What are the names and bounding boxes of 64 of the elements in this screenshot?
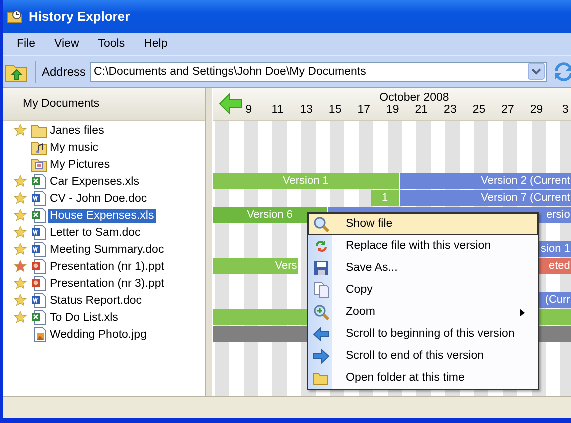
- day-label: 3: [561, 104, 570, 118]
- day-label: 15: [328, 104, 343, 118]
- menu-item[interactable]: Help: [135, 38, 178, 50]
- dropdown-icon[interactable]: [528, 63, 545, 80]
- day-label: 29: [530, 104, 544, 118]
- file-tree-item[interactable]: My music: [48, 140, 101, 154]
- month-label: October 2008: [378, 92, 450, 104]
- menu-item[interactable]: File: [8, 38, 46, 50]
- document-file-icon: [31, 224, 48, 240]
- day-label: 17: [356, 104, 372, 118]
- day-label: 9: [244, 104, 254, 118]
- file-tree-item[interactable]: Wedding Photo.jpg: [48, 328, 149, 342]
- file-tree-item[interactable]: My Pictures: [48, 158, 112, 172]
- day-label: 11: [270, 104, 285, 118]
- left-arrow-icon: [313, 326, 330, 342]
- context-menu-item[interactable]: Copy: [308, 279, 538, 301]
- splitter[interactable]: [205, 88, 213, 396]
- copy-icon: [313, 282, 330, 298]
- address-label: Address: [42, 64, 86, 78]
- spreadsheet-file-icon: [31, 208, 48, 224]
- context-menu-item[interactable]: Open folder at this time: [308, 367, 538, 389]
- day-label: 23: [443, 104, 458, 118]
- file-tree-item[interactable]: Janes files: [48, 124, 106, 138]
- file-tree-item[interactable]: Status Report.doc: [48, 294, 144, 308]
- menu-item[interactable]: Tools: [89, 38, 136, 50]
- file-tree-item[interactable]: To Do List.xls: [48, 310, 120, 324]
- music-folder-icon: [31, 140, 48, 156]
- file-tree-item[interactable]: Presentation (nr 1).ppt: [48, 260, 166, 274]
- file-tree-item[interactable]: Presentation (nr 3).ppt: [48, 276, 166, 290]
- right-arrow-icon: [313, 348, 330, 364]
- pictures-folder-icon: [31, 156, 48, 172]
- spreadsheet-file-icon: [31, 310, 48, 326]
- document-file-icon: [31, 190, 48, 206]
- document-file-icon: [31, 292, 48, 308]
- menu-item[interactable]: View: [46, 38, 90, 50]
- search-icon: [313, 216, 330, 232]
- file-tree-item[interactable]: Letter to Sam.doc: [48, 226, 143, 240]
- day-label: 21: [414, 104, 429, 118]
- context-menu-item[interactable]: Scroll to beginning of this version: [308, 323, 538, 345]
- spreadsheet-file-icon: [31, 174, 48, 190]
- file-tree-item[interactable]: Meeting Summary.doc: [48, 242, 166, 256]
- address-field[interactable]: C:\Documents and Settings\John Doe\My Documents: [90, 62, 547, 82]
- day-label: 13: [299, 104, 314, 118]
- file-tree-item[interactable]: CV - John Doe.doc: [48, 192, 150, 206]
- context-menu-item[interactable]: Save As...: [308, 257, 538, 279]
- day-label: 19: [386, 104, 400, 118]
- presentation-file-icon: [31, 276, 48, 292]
- day-label: 27: [500, 104, 516, 118]
- context-menu-item[interactable]: Scroll to end of this version: [308, 345, 538, 367]
- presentation-file-icon: [31, 258, 48, 274]
- context-menu-item[interactable]: Show file: [308, 213, 538, 235]
- save-icon: [313, 260, 330, 276]
- context-menu-item[interactable]: Replace file with this version: [308, 235, 538, 257]
- file-tree-item[interactable]: Car Expenses.xls: [48, 174, 142, 188]
- panel-header: My Documents: [23, 98, 100, 110]
- file-tree-item[interactable]: House Expenses.xls: [48, 208, 156, 222]
- submenu-arrow-icon: [520, 309, 525, 317]
- day-label: 25: [472, 104, 486, 118]
- document-file-icon: [31, 242, 48, 258]
- context-menu-item[interactable]: Zoom: [308, 301, 538, 323]
- app-icon: [7, 8, 23, 24]
- window-title: History Explorer: [29, 9, 130, 24]
- zoom-in-icon: [313, 304, 330, 320]
- back-arrow-icon[interactable]: [219, 93, 243, 115]
